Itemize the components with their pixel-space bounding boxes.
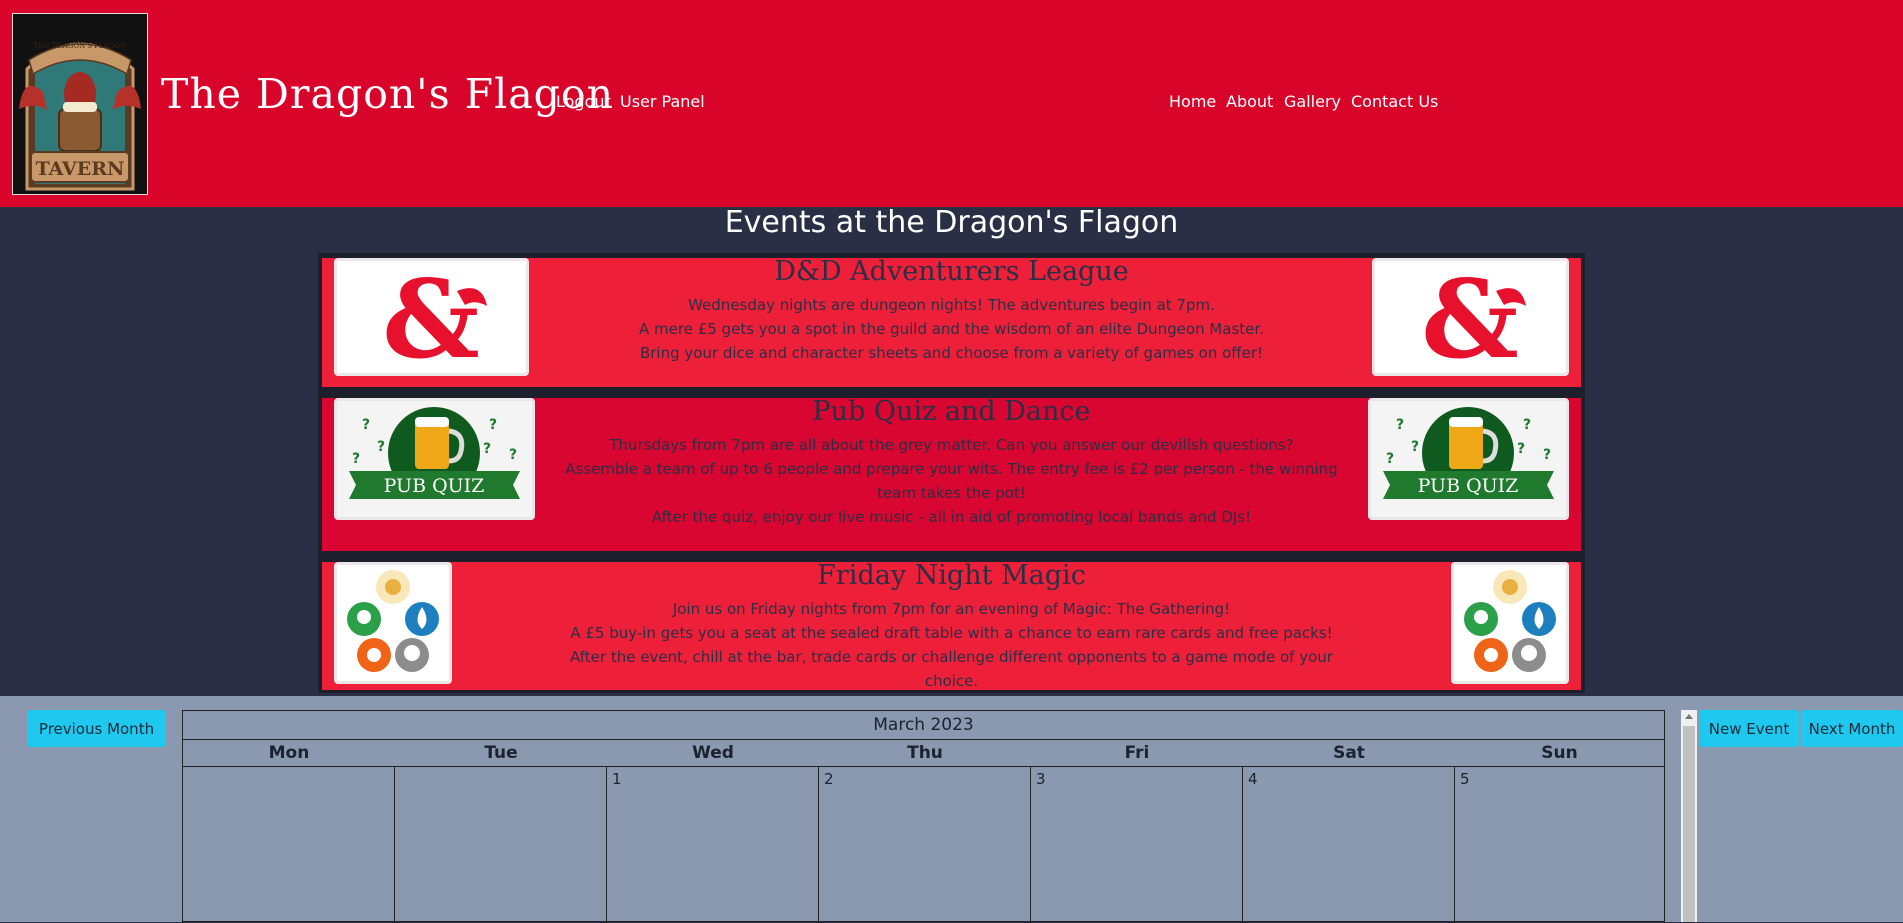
- calendar-day-cell[interactable]: 4: [1243, 767, 1455, 923]
- events-heading: Events at the Dragon's Flagon: [724, 205, 1179, 240]
- scroll-up-arrow-icon[interactable]: [1685, 714, 1693, 719]
- tavern-logo[interactable]: THE DRAGON'S FLAGON TAVERN: [12, 13, 148, 195]
- mtg-mana-icon: [334, 562, 452, 684]
- event-line: After the event, chill at the bar, trade…: [570, 648, 1333, 690]
- mtg-mana-icon: [1451, 562, 1569, 684]
- weekday-header: Mon: [183, 740, 395, 767]
- svg-text:PUB QUIZ: PUB QUIZ: [1418, 475, 1519, 497]
- svg-text:?: ?: [483, 441, 491, 457]
- logo-text-top: THE DRAGON'S FLAGON: [34, 42, 126, 50]
- user-panel-link[interactable]: User Panel: [620, 92, 705, 111]
- calendar-day-cell[interactable]: [395, 767, 607, 923]
- svg-text:?: ?: [362, 417, 370, 433]
- previous-month-button[interactable]: Previous Month: [27, 710, 166, 747]
- weekday-header: Sat: [1243, 740, 1455, 767]
- event-line: A £5 buy-in gets you a seat at the seale…: [570, 624, 1333, 642]
- calendar-day-cell[interactable]: [183, 767, 395, 923]
- svg-text:?: ?: [1411, 439, 1419, 455]
- calendar-month-label: March 2023: [183, 711, 1664, 740]
- event-line: Join us on Friday nights from 7pm for an…: [672, 600, 1231, 618]
- month-calendar: March 2023 Mon Tue Wed Thu Fri Sat Sun 1…: [182, 710, 1665, 923]
- next-month-button[interactable]: Next Month: [1801, 710, 1903, 747]
- site-header: THE DRAGON'S FLAGON TAVERN The Dragon's …: [0, 0, 1903, 207]
- weekday-header: Fri: [1031, 740, 1243, 767]
- svg-text:?: ?: [377, 439, 385, 455]
- weekday-header: Sun: [1455, 740, 1664, 767]
- svg-text:?: ?: [1396, 417, 1404, 433]
- dnd-ampersand-icon: &: [334, 257, 529, 383]
- event-title: Friday Night Magic: [817, 560, 1086, 591]
- scrollbar-thumb[interactable]: [1683, 726, 1695, 922]
- nav-about-link[interactable]: About: [1226, 92, 1273, 111]
- svg-text:?: ?: [489, 417, 497, 433]
- nav-home-link[interactable]: Home: [1169, 92, 1216, 111]
- pub-quiz-icon: ? ? ? ? ? ? PUB QUIZ: [334, 398, 535, 520]
- logo-text-bottom: TAVERN: [36, 158, 125, 180]
- day-number: 4: [1248, 770, 1258, 788]
- pub-quiz-icon: ? ? ? ? ? ? PUB QUIZ: [1368, 398, 1569, 520]
- dnd-ampersand-icon: &: [1372, 257, 1569, 383]
- weekday-header: Tue: [395, 740, 607, 767]
- event-card-magic: Friday Night Magic Join us on Friday nig…: [322, 560, 1581, 693]
- svg-text:&: &: [1421, 261, 1519, 373]
- calendar-day-cell[interactable]: 5: [1455, 767, 1664, 923]
- svg-text:PUB QUIZ: PUB QUIZ: [384, 475, 485, 497]
- svg-text:?: ?: [509, 447, 517, 463]
- weekday-header: Thu: [819, 740, 1031, 767]
- svg-text:?: ?: [1517, 441, 1525, 457]
- day-number: 5: [1460, 770, 1470, 788]
- logout-link[interactable]: Logout: [556, 92, 611, 111]
- nav-gallery-link[interactable]: Gallery: [1284, 92, 1341, 111]
- day-number: 1: [612, 770, 622, 788]
- day-number: 3: [1036, 770, 1046, 788]
- event-description: Join us on Friday nights from 7pm for an…: [322, 597, 1581, 693]
- calendar-day-cell[interactable]: 3: [1031, 767, 1243, 923]
- new-event-button[interactable]: New Event: [1699, 710, 1799, 747]
- svg-text:&: &: [382, 261, 480, 373]
- nav-contact-link[interactable]: Contact Us: [1351, 92, 1438, 111]
- svg-text:?: ?: [1386, 451, 1394, 467]
- svg-text:?: ?: [1543, 447, 1551, 463]
- weekday-header: Wed: [607, 740, 819, 767]
- calendar-day-cell[interactable]: 1: [607, 767, 819, 923]
- calendar-day-cell[interactable]: 2: [819, 767, 1031, 923]
- day-number: 2: [824, 770, 834, 788]
- site-title: The Dragon's Flagon: [161, 70, 614, 118]
- svg-text:?: ?: [1523, 417, 1531, 433]
- svg-text:?: ?: [352, 451, 360, 467]
- calendar-scrollbar[interactable]: [1681, 710, 1697, 922]
